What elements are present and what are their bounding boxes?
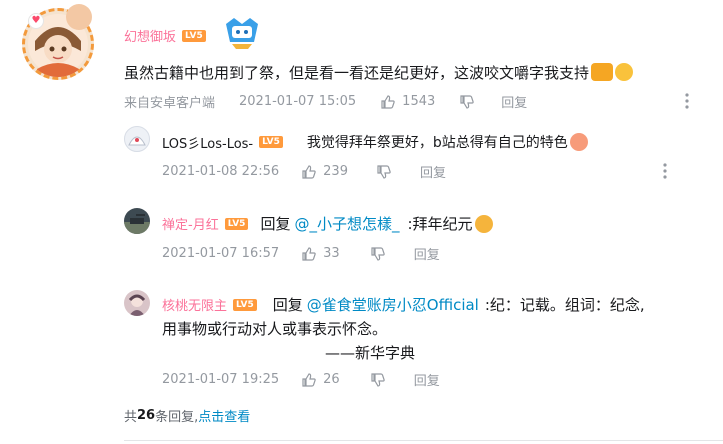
reply1-dislike-button[interactable] xyxy=(376,164,392,180)
thumbs-down-icon xyxy=(371,246,385,261)
reply3-level-badge: LV5 xyxy=(233,298,257,311)
reply2-like-count: 33 xyxy=(323,246,340,261)
reply1-avatar[interactable] xyxy=(124,126,150,152)
reply1-more-icon[interactable] xyxy=(662,162,668,180)
reply3-text-line2: 用事物或行动对人或事表示怀念。 xyxy=(162,320,388,338)
reply2-date: 2021-01-07 16:57 xyxy=(162,246,280,261)
reply3-mention-link[interactable]: @雀食堂账房小忍Official xyxy=(307,294,479,315)
thumbs-up-icon xyxy=(302,246,316,261)
reply2-username[interactable]: 禅定-月红 xyxy=(162,214,219,233)
comment-divider xyxy=(124,440,723,441)
reply2-level-badge: LV5 xyxy=(224,217,249,230)
main-like-count: 1543 xyxy=(402,94,436,109)
main-reply-button[interactable]: 回复 xyxy=(501,92,527,111)
thumbs-up-icon xyxy=(381,94,395,109)
cat-emoji-icon xyxy=(474,214,493,233)
reply2-reply-button[interactable]: 回复 xyxy=(414,244,440,263)
main-more-icon[interactable] xyxy=(684,92,690,110)
main-dislike-button[interactable] xyxy=(459,94,475,110)
reply3-text-line1: :纪：记载。组词：纪念, xyxy=(484,296,645,314)
reply1-text: 我觉得拜年祭更好，b站总得有自己的特色 xyxy=(306,135,568,151)
main-comment-text: 虽然古籍中也用到了祭，但是看一看还是纪更好，这波咬文嚼字我支持 xyxy=(124,62,634,83)
avatar-pendant xyxy=(66,4,92,30)
reply1-reply-button[interactable]: 回复 xyxy=(420,162,446,181)
avatar-heart-badge: ♥ xyxy=(28,13,44,29)
fire-emoji-icon xyxy=(591,63,614,81)
reply1-like-count: 239 xyxy=(323,164,348,179)
reply2-like-button[interactable]: 33 xyxy=(301,246,340,262)
reply2-avatar[interactable] xyxy=(124,208,150,234)
reply3-like-button[interactable]: 26 xyxy=(301,372,340,388)
reply3-date: 2021-01-07 19:25 xyxy=(162,372,280,387)
reply-summary-prefix: 共 xyxy=(124,410,138,425)
main-comment-date: 2021-01-07 15:05 xyxy=(239,94,357,109)
thumbs-up-icon xyxy=(302,164,316,179)
reply1-username[interactable]: LOS彡Los-Los- xyxy=(162,133,253,152)
main-comment-source: 来自安卓客户端 xyxy=(124,96,216,111)
reply2-mention-link[interactable]: @_小子想怎樣_ xyxy=(294,213,399,234)
view-replies-link[interactable]: 点击查看 xyxy=(198,406,250,425)
reply-summary-count: 26 xyxy=(137,408,156,423)
reply1-date: 2021-01-08 22:56 xyxy=(162,164,280,179)
reply3-dislike-button[interactable] xyxy=(370,372,386,388)
reply3-username[interactable]: 核桃无限主 xyxy=(162,295,227,314)
love-emoji-icon xyxy=(569,133,588,151)
reply3-avatar[interactable] xyxy=(124,290,150,316)
reply2-dislike-button[interactable] xyxy=(370,246,386,262)
fan-medal-icon xyxy=(222,16,262,50)
main-like-button[interactable]: 1543 xyxy=(380,94,435,110)
reply1-level-badge: LV5 xyxy=(259,136,283,148)
main-level-badge: LV5 xyxy=(182,29,206,42)
reply-summary: 共 26 条回复, 点击查看 xyxy=(124,406,250,425)
main-comment-body: 虽然古籍中也用到了祭，但是看一看还是纪更好，这波咬文嚼字我支持 xyxy=(124,64,590,82)
reply3-like-count: 26 xyxy=(323,372,340,387)
thumbs-up-icon xyxy=(302,372,316,387)
reply2-prefix: 回复 xyxy=(260,215,291,233)
reply1-like-button[interactable]: 239 xyxy=(301,164,348,180)
reply3-reply-button[interactable]: 回复 xyxy=(414,370,440,389)
reply3-text-line3: ——新华字典 xyxy=(325,344,416,362)
reply3-prefix: 回复 xyxy=(272,296,303,314)
thumbs-down-icon xyxy=(460,94,474,109)
thumbs-down-icon xyxy=(371,372,385,387)
reply2-text: :拜年纪元 xyxy=(407,215,473,233)
thumbs-down-icon xyxy=(377,164,391,179)
reply-summary-suffix: 条回复, xyxy=(155,410,199,425)
surprised-emoji-icon xyxy=(615,63,634,81)
main-username[interactable]: 幻想御坂 xyxy=(124,26,176,45)
